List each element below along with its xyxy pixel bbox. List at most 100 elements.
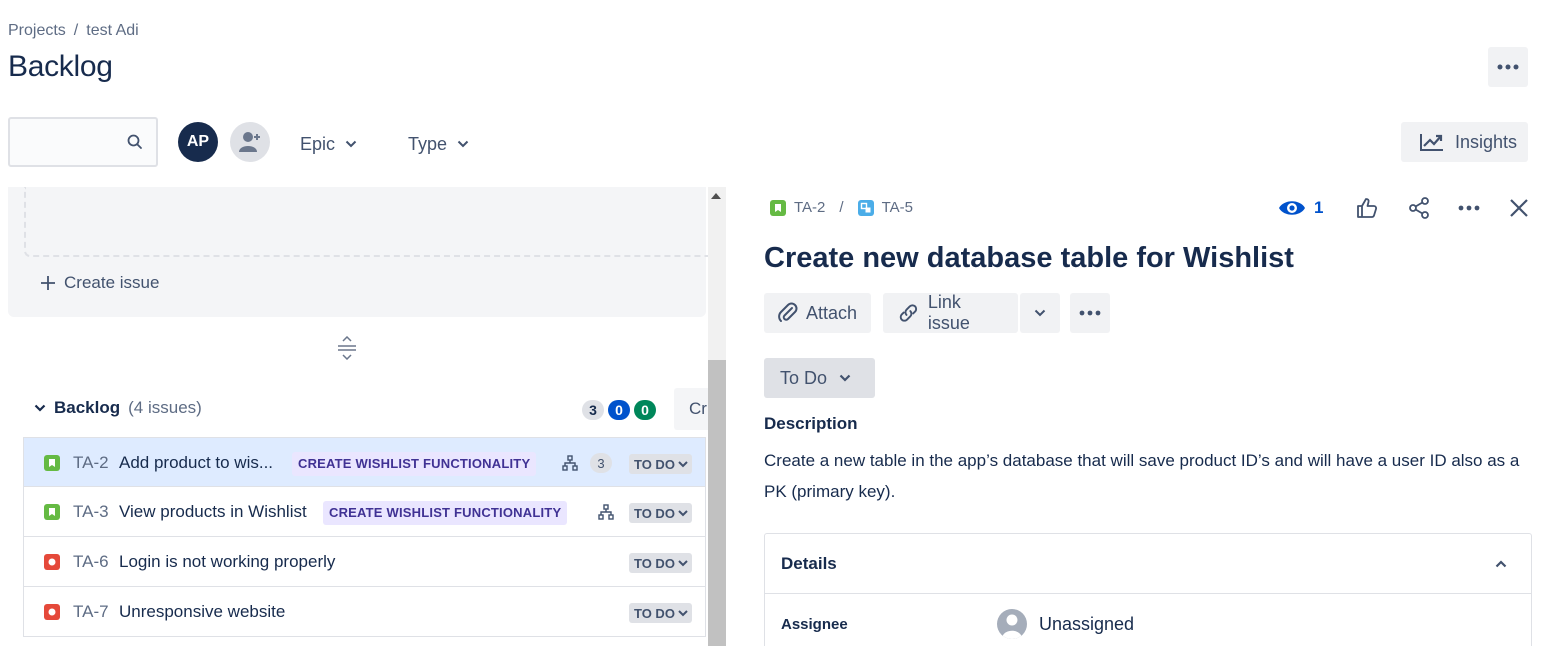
issue-summary: Login is not working properly	[119, 552, 336, 571]
details-panel: Details Assignee Unassigned	[764, 533, 1532, 646]
chevron-down-icon	[457, 140, 469, 148]
add-people-button[interactable]	[230, 122, 270, 162]
epic-filter[interactable]: Epic	[300, 130, 357, 158]
link-issue-dropdown[interactable]	[1020, 293, 1060, 333]
table-row[interactable]: TA-7 Unresponsive website TO DO	[23, 587, 706, 637]
chevron-down-icon	[678, 609, 688, 616]
thumbs-up-icon	[1357, 198, 1378, 218]
insights-label: Insights	[1455, 131, 1518, 152]
backlog-header[interactable]: Backlog (4 issues)	[34, 398, 202, 418]
breadcrumb-projects[interactable]: Projects	[8, 22, 66, 40]
breadcrumb-separator: /	[839, 199, 844, 216]
share-button[interactable]	[1405, 194, 1433, 222]
status-dropdown[interactable]: TO DO	[629, 503, 692, 523]
parent-issue-key[interactable]: TA-2	[794, 199, 825, 216]
epic-lozenge[interactable]: CREATE WISHLIST FUNCTIONALITY	[292, 452, 537, 476]
create-issue-button[interactable]: Create issue	[40, 273, 159, 293]
story-icon	[770, 199, 786, 216]
issue-title[interactable]: Create new database table for Wishlist	[764, 242, 1294, 275]
subtask-icon	[857, 199, 874, 216]
table-row[interactable]: TA-3 View products in Wishlist CREATE WI…	[23, 487, 706, 537]
link-issue-button[interactable]: Link issue	[883, 292, 1018, 333]
status-dropdown[interactable]: TO DO	[629, 454, 692, 474]
status-transition-button[interactable]: To Do	[764, 358, 875, 398]
search-icon	[127, 134, 142, 149]
chevron-down-icon	[678, 460, 688, 467]
close-button[interactable]	[1505, 194, 1533, 222]
status-dropdown[interactable]: TO DO	[629, 553, 692, 573]
vote-button[interactable]	[1353, 194, 1381, 222]
issue-key[interactable]: TA-2	[73, 453, 109, 473]
status-label: TO DO	[634, 456, 675, 472]
chevron-down-icon	[345, 140, 357, 148]
issue-actions: 1	[1278, 194, 1533, 222]
story-icon	[44, 504, 60, 520]
paperclip-icon	[778, 302, 798, 322]
more-horizontal-icon	[1497, 64, 1519, 70]
todo-count-badge: 3	[582, 400, 604, 420]
done-count-badge: 0	[634, 400, 656, 420]
add-person-icon	[239, 132, 260, 152]
watch-button[interactable]: 1	[1278, 198, 1323, 218]
search-input[interactable]	[8, 117, 158, 167]
unassigned-avatar-icon	[997, 609, 1027, 639]
resize-handle-icon[interactable]	[336, 335, 358, 365]
close-icon	[1510, 199, 1529, 217]
issue-summary: Unresponsive website	[119, 602, 286, 621]
issue-key[interactable]: TA-3	[73, 502, 109, 522]
status-label: To Do	[780, 367, 828, 388]
watch-count: 1	[1314, 198, 1324, 217]
insights-icon	[1420, 134, 1443, 151]
issue-summary: View products in Wishlist	[119, 502, 307, 521]
child-issues-icon	[562, 455, 578, 471]
chevron-up-icon	[1495, 559, 1507, 567]
issue-key[interactable]: TA-5	[882, 199, 913, 216]
table-row[interactable]: TA-2 Add product to wis... CREATE WISHLI…	[23, 437, 706, 487]
status-label: TO DO	[634, 555, 675, 571]
attach-button[interactable]: Attach	[764, 293, 872, 333]
breadcrumb-separator: /	[73, 22, 79, 39]
type-filter[interactable]: Type	[408, 130, 469, 158]
page-more-button[interactable]	[1488, 47, 1528, 87]
chevron-down-icon	[1034, 309, 1046, 317]
backlog-issue-count: (4 issues)	[128, 398, 202, 417]
scrollbar-thumb[interactable]	[708, 360, 726, 646]
more-horizontal-icon	[1079, 310, 1101, 316]
scroll-up-arrow-icon[interactable]	[711, 193, 721, 199]
details-label: Details	[781, 553, 837, 573]
issue-more-button[interactable]	[1455, 194, 1483, 222]
epic-lozenge[interactable]: CREATE WISHLIST FUNCTIONALITY	[323, 501, 568, 525]
status-count-badges: 3 0 0	[582, 400, 656, 420]
link-icon	[899, 304, 918, 322]
more-horizontal-icon	[1459, 205, 1480, 211]
issue-breadcrumb: TA-2 / TA-5	[770, 199, 913, 216]
chevron-down-icon	[678, 509, 688, 516]
child-issues-icon	[598, 504, 614, 520]
details-header[interactable]: Details	[765, 534, 1531, 594]
story-icon	[44, 455, 60, 471]
backlog-issue-list: TA-2 Add product to wis... CREATE WISHLI…	[23, 437, 706, 637]
page-title: Backlog	[8, 50, 113, 83]
description-text[interactable]: Create a new table in the app’s database…	[764, 445, 1524, 507]
avatar[interactable]: AP	[178, 122, 218, 162]
more-actions-button[interactable]	[1070, 293, 1110, 333]
bug-icon	[44, 604, 60, 620]
insights-button[interactable]: Insights	[1401, 122, 1528, 162]
breadcrumb: Projects / test Adi	[8, 22, 139, 40]
breadcrumb-project[interactable]: test Adi	[86, 22, 138, 40]
assignee-field[interactable]: Unassigned	[997, 609, 1134, 639]
issue-key[interactable]: TA-7	[73, 602, 109, 622]
status-label: TO DO	[634, 505, 675, 521]
chevron-down-icon	[34, 404, 46, 412]
status-dropdown[interactable]: TO DO	[629, 603, 692, 623]
chevron-down-icon	[678, 559, 688, 566]
plus-icon	[41, 276, 55, 290]
sprint-container: Create issue	[8, 187, 714, 317]
status-label: TO DO	[634, 605, 675, 621]
child-issues-count: 3	[590, 453, 612, 473]
backlog-label: Backlog	[54, 398, 121, 417]
assignee-value: Unassigned	[1039, 613, 1135, 634]
issue-key[interactable]: TA-6	[73, 552, 109, 572]
attach-label: Attach	[806, 302, 858, 323]
table-row[interactable]: TA-6 Login is not working properly TO DO	[23, 537, 706, 587]
